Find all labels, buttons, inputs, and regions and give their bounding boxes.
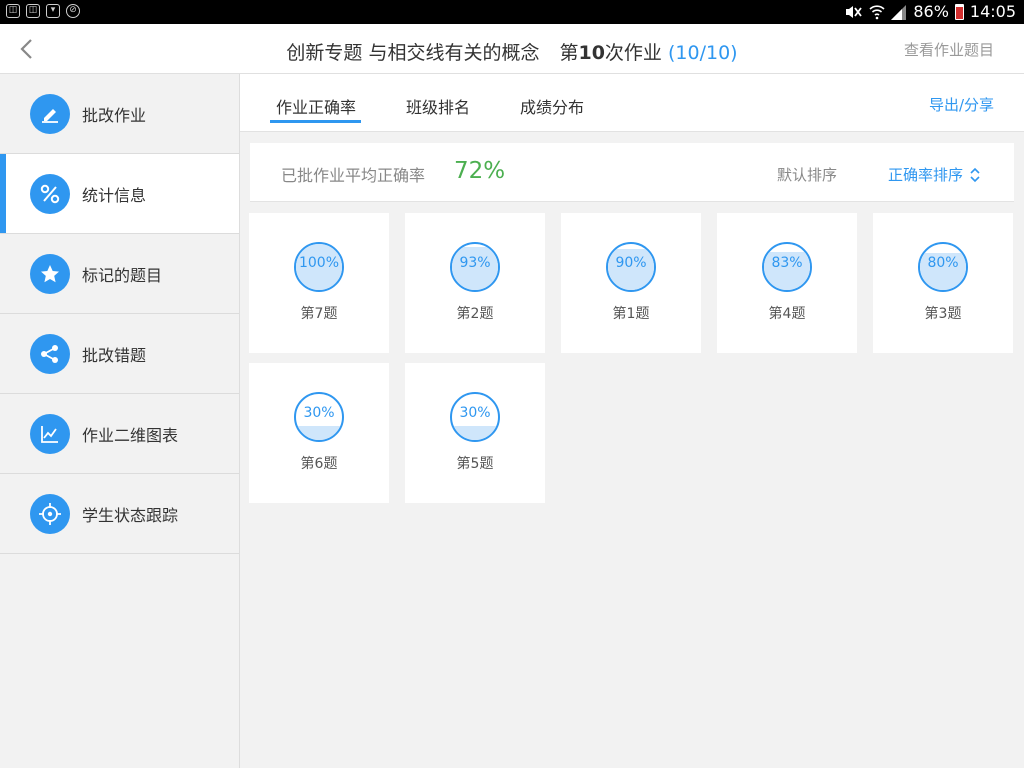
question-label: 第2题 [456, 306, 494, 322]
accuracy-ring: 30% [294, 392, 344, 442]
active-tab-indicator [270, 120, 361, 123]
clock: 14:05 [969, 2, 1016, 21]
header: 创新专题 与相交线有关的概念 第10次作业 (10/10) 查看作业题目 [0, 24, 1024, 74]
sidebar-item-label: 标记的题目 [82, 265, 163, 285]
question-card[interactable]: 30% 第5题 [405, 363, 545, 503]
notification-save-icon: ▾ [46, 4, 60, 18]
sidebar-item-label: 统计信息 [82, 185, 147, 205]
sidebar-item-statistics[interactable]: 统计信息 [0, 154, 239, 234]
sidebar-item-label: 批改作业 [82, 105, 147, 125]
percent-icon [30, 173, 70, 214]
accuracy-ring: 100% [294, 242, 344, 292]
accuracy-percent: 100% [298, 255, 340, 271]
question-card[interactable]: 80% 第3题 [873, 213, 1013, 353]
sidebar-item-grade[interactable]: 批改作业 [0, 74, 239, 154]
question-label: 第4题 [768, 306, 806, 322]
target-icon [30, 493, 70, 534]
accuracy-ring: 90% [606, 242, 656, 292]
tab-class-ranking[interactable]: 班级排名 [406, 94, 470, 118]
question-card[interactable]: 30% 第6题 [249, 363, 389, 503]
battery-percent: 86% [913, 2, 949, 21]
accuracy-ring: 83% [762, 242, 812, 292]
title-suffix: 次作业 [604, 42, 662, 64]
share-icon [30, 333, 70, 374]
sort-default-button[interactable]: 默认排序 [777, 164, 837, 185]
question-label: 第7题 [300, 306, 338, 322]
question-card[interactable]: 90% 第1题 [561, 213, 701, 353]
summary-row: 已批作业平均正确率 72% 默认排序 正确率排序 [250, 143, 1014, 202]
export-share-button[interactable]: 导出/分享 [929, 94, 994, 115]
accuracy-ring: 93% [450, 242, 500, 292]
accuracy-ring: 80% [918, 242, 968, 292]
title-topic: 创新专题 与相交线有关的概念 [286, 42, 540, 64]
question-label: 第6题 [300, 456, 338, 472]
accuracy-fill [452, 426, 498, 440]
notification-app-icon: ◫ [26, 4, 40, 18]
accuracy-percent: 30% [459, 405, 491, 421]
star-icon [30, 253, 70, 294]
battery-icon [954, 3, 964, 20]
page-title: 创新专题 与相交线有关的概念 第10次作业 (10/10) [0, 38, 1024, 65]
sort-by-accuracy-label: 正确率排序 [888, 166, 964, 184]
system-indicators: 86% 14:05 [843, 2, 1016, 21]
notification-app-icon: ◫ [6, 4, 20, 18]
sort-by-accuracy-button[interactable]: 正确率排序 [888, 164, 981, 185]
accuracy-percent: 30% [303, 405, 335, 421]
chart-icon [30, 413, 70, 454]
question-label: 第1题 [612, 306, 650, 322]
question-label: 第3题 [924, 306, 962, 322]
average-accuracy-value: 72% [454, 158, 506, 184]
accuracy-percent: 90% [615, 255, 647, 271]
average-accuracy-label: 已批作业平均正确率 [281, 166, 426, 185]
accuracy-percent: 80% [927, 255, 959, 271]
accuracy-ring: 30% [450, 392, 500, 442]
question-card[interactable]: 83% 第4题 [717, 213, 857, 353]
sort-arrows-icon [970, 167, 980, 182]
tab-bar: 作业正确率 班级排名 成绩分布 导出/分享 [240, 74, 1024, 132]
sidebar-item-wrong[interactable]: 批改错题 [0, 314, 239, 394]
sidebar-item-marked[interactable]: 标记的题目 [0, 234, 239, 314]
mute-icon [846, 5, 863, 18]
sidebar-item-chart[interactable]: 作业二维图表 [0, 394, 239, 474]
tab-accuracy[interactable]: 作业正确率 [276, 94, 356, 118]
accuracy-fill [296, 426, 342, 440]
question-label: 第5题 [456, 456, 494, 472]
notification-icons: ◫ ◫ ▾ ⊘ [6, 4, 80, 18]
status-bar: ◫ ◫ ▾ ⊘ 86% 14:05 [0, 0, 1024, 24]
sidebar-item-label: 批改错题 [82, 345, 147, 365]
accuracy-percent: 83% [771, 255, 803, 271]
pen-icon [30, 93, 70, 134]
sidebar-item-label: 作业二维图表 [82, 425, 179, 445]
sidebar: 批改作业 统计信息 标记的题目 批改错题 作业二维图表 学生状态跟踪 [0, 74, 240, 768]
sidebar-item-tracking[interactable]: 学生状态跟踪 [0, 474, 239, 554]
blocked-icon: ⊘ [66, 4, 80, 18]
sidebar-item-label: 学生状态跟踪 [82, 505, 179, 525]
title-count: (10/10) [667, 42, 738, 64]
tab-score-distribution[interactable]: 成绩分布 [520, 94, 584, 118]
signal-icon [891, 4, 907, 20]
accuracy-percent: 93% [459, 255, 491, 271]
title-prefix: 第 [559, 42, 579, 64]
title-number: 10 [578, 42, 605, 64]
wifi-icon [869, 4, 885, 19]
question-card[interactable]: 93% 第2题 [405, 213, 545, 353]
view-questions-button[interactable]: 查看作业题目 [904, 39, 994, 60]
question-card[interactable]: 100% 第7题 [249, 213, 389, 353]
